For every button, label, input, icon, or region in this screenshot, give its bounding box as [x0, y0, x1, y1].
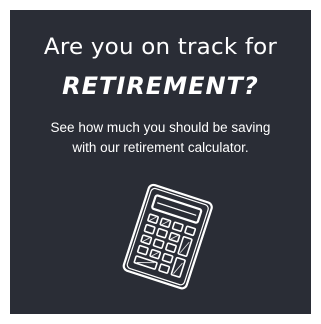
promo-subtext-line-2: with our retirement calculator. [72, 140, 249, 155]
promo-subtext-line-1: See how much you should be saving [50, 120, 271, 135]
promo-headline: Are you on track for [43, 34, 278, 60]
calculator-icon [122, 183, 213, 290]
promo-highlight: RETIREMENT? [62, 72, 259, 100]
retirement-promo-card[interactable]: Are you on track for RETIREMENT? See how… [10, 10, 311, 314]
promo-subtext: See how much you should be saving with o… [30, 118, 291, 158]
